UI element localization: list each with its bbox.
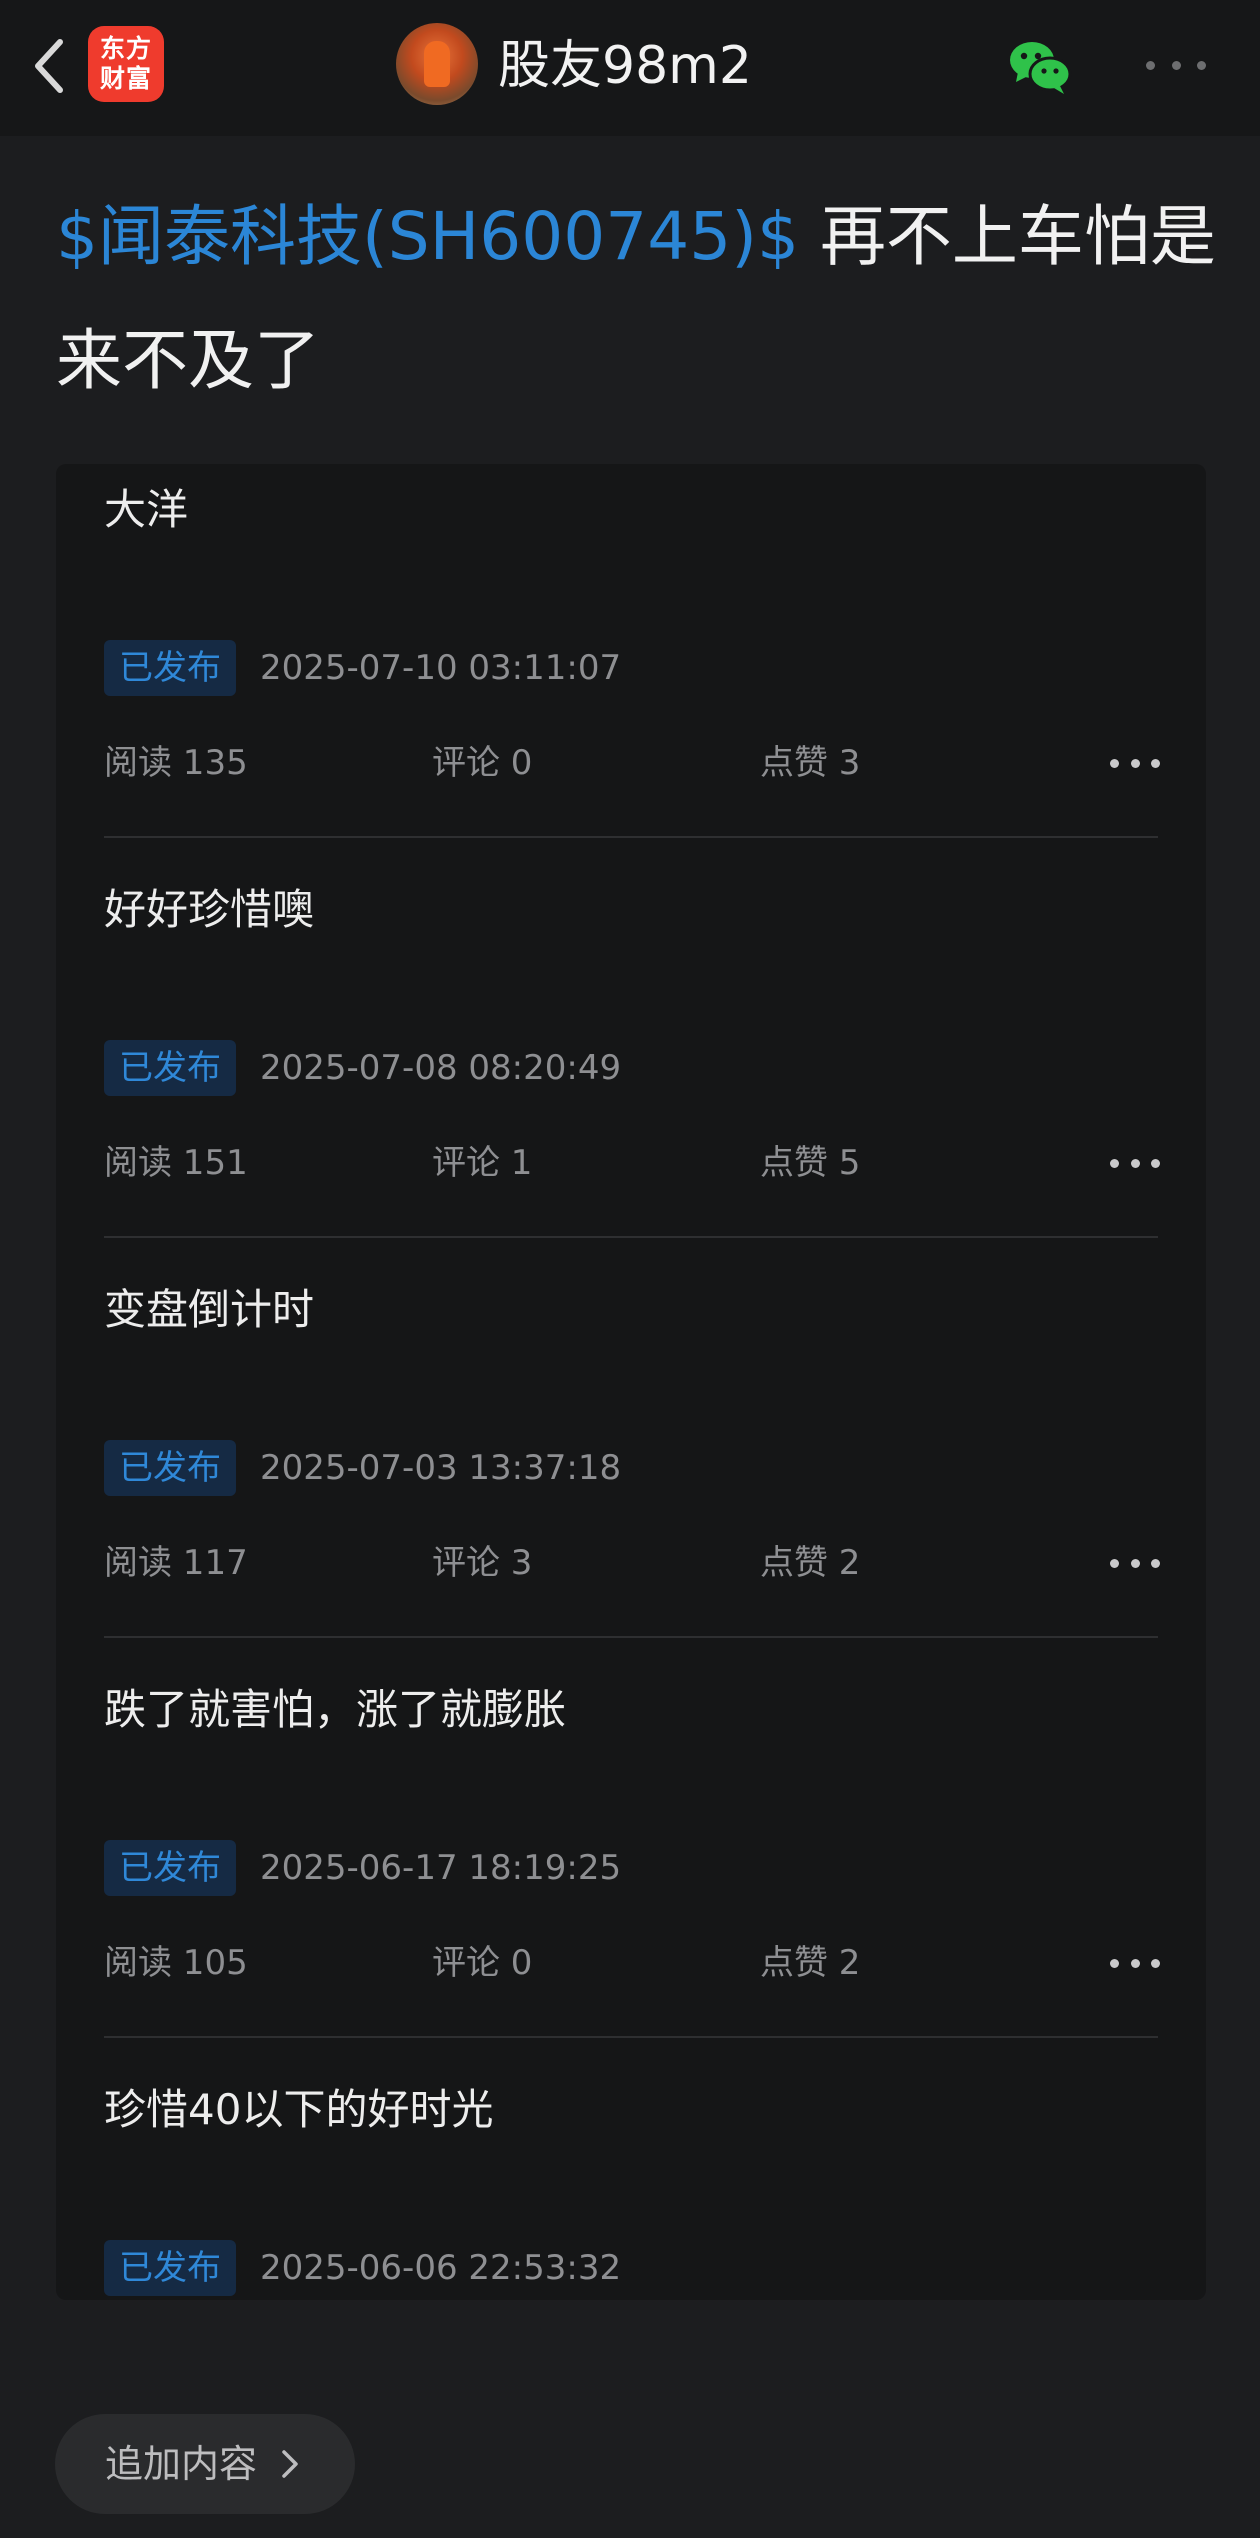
wechat-icon: [1010, 42, 1072, 94]
more-dots-icon: [1110, 758, 1119, 768]
divider: [104, 1236, 1158, 1238]
like-count: 点赞 2: [760, 1943, 861, 1983]
status-badge: 已发布: [104, 1040, 236, 1096]
read-count: 阅读 117: [104, 1543, 248, 1583]
more-dots-icon: [1110, 1958, 1119, 1968]
more-dots-icon: [1146, 60, 1155, 70]
username[interactable]: 股友98m2: [498, 34, 752, 98]
wechat-share-button[interactable]: [1004, 30, 1076, 102]
comment-count: 评论 3: [432, 1543, 533, 1583]
app-logo: 东方 财富: [88, 26, 164, 102]
entry-date: 2025-07-03 13:37:18: [260, 1448, 622, 1488]
entry-title: 跌了就害怕，涨了就膨胀: [104, 1685, 567, 1734]
chevron-right-icon: [282, 2450, 298, 2478]
list-item[interactable]: 大洋 已发布 2025-07-10 03:11:07 阅读 135 评论 0 点…: [104, 480, 1160, 880]
entry-more-button[interactable]: [1110, 1150, 1160, 1176]
add-content-label: 追加内容: [105, 2442, 258, 2486]
like-count: 点赞 3: [760, 743, 861, 783]
status-badge: 已发布: [104, 1840, 236, 1896]
list-item[interactable]: 变盘倒计时 已发布 2025-07-03 13:37:18 阅读 117 评论 …: [104, 1280, 1160, 1680]
back-button[interactable]: [20, 28, 80, 104]
add-content-button[interactable]: 追加内容: [55, 2414, 355, 2514]
entry-more-button[interactable]: [1110, 750, 1160, 776]
avatar[interactable]: [396, 23, 478, 105]
top-bar: 东方 财富 股友98m2: [0, 0, 1260, 136]
like-count: 点赞 5: [760, 1143, 861, 1183]
more-dots-icon: [1110, 1158, 1119, 1168]
more-dots-icon: [1110, 1558, 1119, 1568]
entry-date: 2025-07-08 08:20:49: [260, 1048, 622, 1088]
entry-title: 大洋: [104, 485, 189, 534]
entry-more-button[interactable]: [1110, 1950, 1160, 1976]
entry-date: 2025-06-17 18:19:25: [260, 1848, 622, 1888]
list-item[interactable]: 跌了就害怕，涨了就膨胀 已发布 2025-06-17 18:19:25 阅读 1…: [104, 1680, 1160, 2080]
entry-more-button[interactable]: [1110, 1550, 1160, 1576]
divider: [104, 1636, 1158, 1638]
comment-count: 评论 1: [432, 1143, 533, 1183]
divider: [104, 836, 1158, 838]
entry-date: 2025-06-06 22:53:32: [260, 2248, 622, 2288]
logo-line-1: 东方: [99, 34, 152, 63]
status-badge: 已发布: [104, 2240, 236, 2296]
post-title: $闻泰科技(SH600745)$ 再不上车怕是来不及了: [56, 175, 1216, 423]
stock-tag-link[interactable]: $闻泰科技(SH600745)$: [56, 198, 799, 275]
list-item[interactable]: 珍惜40以下的好时光 已发布 2025-06-06 22:53:32: [104, 2080, 1158, 2300]
status-badge: 已发布: [104, 1440, 236, 1496]
comment-count: 评论 0: [432, 1943, 533, 1983]
entry-title: 珍惜40以下的好时光: [104, 2085, 494, 2134]
comment-count: 评论 0: [432, 743, 533, 783]
read-count: 阅读 135: [104, 743, 248, 783]
chevron-left-icon: [35, 39, 63, 93]
more-options-button[interactable]: [1146, 50, 1206, 80]
posts-card: 大洋 已发布 2025-07-10 03:11:07 阅读 135 评论 0 点…: [56, 464, 1206, 2300]
read-count: 阅读 151: [104, 1143, 248, 1183]
like-count: 点赞 2: [760, 1543, 861, 1583]
list-item[interactable]: 好好珍惜噢 已发布 2025-07-08 08:20:49 阅读 151 评论 …: [104, 880, 1160, 1280]
entry-date: 2025-07-10 03:11:07: [260, 648, 622, 688]
logo-line-2: 财富: [99, 64, 152, 93]
entry-title: 变盘倒计时: [104, 1285, 315, 1334]
read-count: 阅读 105: [104, 1943, 248, 1983]
divider: [104, 2036, 1158, 2038]
entry-title: 好好珍惜噢: [104, 885, 315, 934]
status-badge: 已发布: [104, 640, 236, 696]
